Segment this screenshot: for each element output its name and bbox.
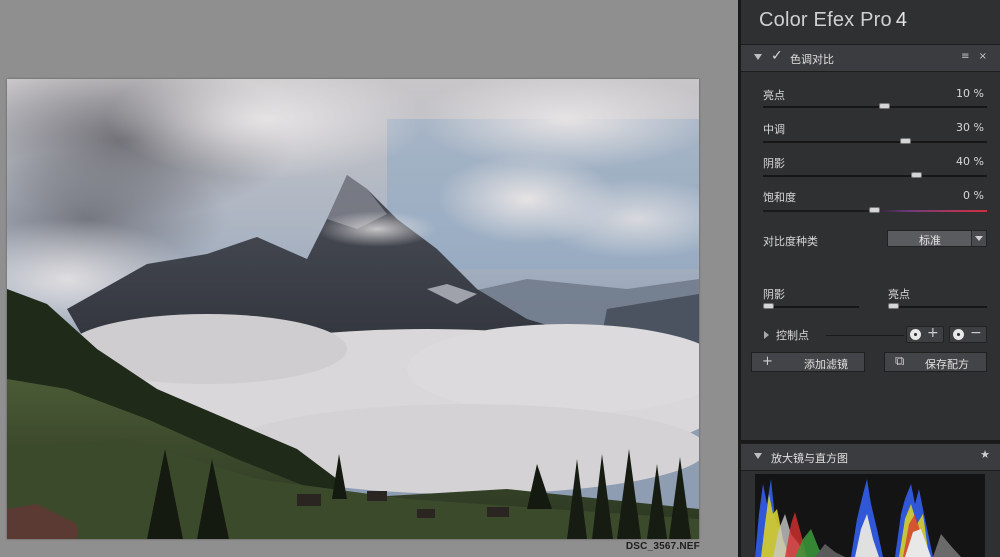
protect-shadows-track[interactable] bbox=[763, 303, 859, 309]
collapse-triangle-icon[interactable] bbox=[754, 54, 762, 60]
slider-track-highlights[interactable] bbox=[763, 103, 987, 109]
photo-preview[interactable] bbox=[7, 79, 699, 539]
divider-line bbox=[826, 335, 904, 336]
slider-knob-midtones[interactable] bbox=[900, 138, 911, 144]
control-point-icon bbox=[953, 329, 964, 340]
filter-enabled-checkbox[interactable]: ✓ bbox=[771, 48, 783, 64]
filter-title: 色调对比 bbox=[790, 53, 834, 66]
filter-menu-close-icons[interactable]: ≡ × bbox=[961, 51, 990, 62]
control-points-row: 控制点 + − bbox=[741, 325, 1000, 344]
protect-highlights-label: 亮点 bbox=[888, 288, 910, 301]
save-recipe-button[interactable]: ⧉ 保存配方 bbox=[884, 352, 987, 372]
slider-label-shadows: 阴影 bbox=[763, 157, 785, 170]
photo-image bbox=[7, 79, 699, 539]
minus-icon: − bbox=[970, 325, 982, 341]
slider-value-midtones: 30 % bbox=[956, 121, 984, 134]
slider-knob-shadows[interactable] bbox=[911, 172, 922, 178]
add-filter-label: 添加滤镜 bbox=[804, 358, 848, 371]
loupe-section-header[interactable]: 放大镜与直方图 ★ bbox=[741, 443, 1000, 471]
plus-icon: + bbox=[762, 354, 773, 369]
slider-knob-highlights[interactable] bbox=[879, 103, 890, 109]
slider-knob-saturation[interactable] bbox=[869, 207, 880, 213]
slider-label-midtones: 中调 bbox=[763, 123, 785, 136]
remove-control-point-button[interactable]: − bbox=[949, 325, 987, 343]
control-point-icon bbox=[910, 329, 921, 340]
slider-value-highlights: 10 % bbox=[956, 87, 984, 100]
save-recipe-label: 保存配方 bbox=[925, 358, 969, 371]
pin-icon[interactable]: ★ bbox=[980, 448, 990, 461]
expand-triangle-icon[interactable] bbox=[764, 331, 769, 339]
collapse-triangle-icon[interactable] bbox=[754, 453, 762, 459]
image-canvas: DSC_3567.NEF bbox=[0, 0, 738, 557]
brand-name: Color Efex Pro bbox=[759, 9, 892, 31]
slider-label-highlights: 亮点 bbox=[763, 89, 785, 102]
filename-label: DSC_3567.NEF bbox=[625, 541, 700, 552]
contrast-type-select[interactable]: 标准 bbox=[887, 230, 987, 247]
histogram-graph bbox=[755, 479, 961, 557]
protect-shadows-knob[interactable] bbox=[763, 303, 774, 309]
loupe-title: 放大镜与直方图 bbox=[771, 452, 848, 465]
filter-section-header[interactable]: ✓ 色调对比 ≡ × bbox=[741, 44, 1000, 72]
save-recipe-icon: ⧉ bbox=[895, 354, 905, 369]
add-filter-button[interactable]: + 添加滤镜 bbox=[751, 352, 865, 372]
contrast-type-label: 对比度种类 bbox=[763, 235, 818, 248]
slider-track-shadows[interactable] bbox=[763, 172, 987, 178]
histogram bbox=[755, 474, 985, 557]
add-control-point-button[interactable]: + bbox=[906, 325, 944, 343]
slider-value-saturation: 0 % bbox=[963, 189, 984, 202]
slider-value-shadows: 40 % bbox=[956, 155, 984, 168]
slider-label-saturation: 饱和度 bbox=[763, 191, 796, 204]
chevron-down-icon[interactable] bbox=[971, 231, 986, 246]
control-points-label: 控制点 bbox=[776, 329, 809, 342]
slider-track-midtones[interactable] bbox=[763, 138, 987, 144]
brand-version: 4 bbox=[895, 9, 908, 31]
slider-track-saturation[interactable] bbox=[763, 207, 987, 213]
protect-highlights-track[interactable] bbox=[888, 303, 987, 309]
protect-highlights-knob[interactable] bbox=[888, 303, 899, 309]
protect-shadows-label: 阴影 bbox=[763, 288, 785, 301]
plus-icon: + bbox=[927, 325, 939, 341]
app-title: Color Efex Pro 4 bbox=[759, 9, 907, 32]
filter-panel: Color Efex Pro 4 ✓ 色调对比 ≡ × 亮点 10 % 中调 30… bbox=[738, 0, 1000, 557]
contrast-type-value: 标准 bbox=[919, 234, 941, 247]
